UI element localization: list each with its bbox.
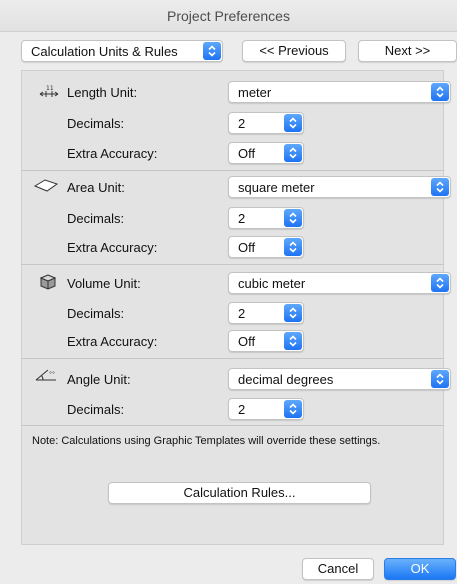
popup-arrows-icon — [284, 114, 302, 132]
volume-accuracy-popup[interactable]: Off — [228, 330, 304, 352]
area-decimals-popup[interactable]: 2 — [228, 207, 304, 229]
area-accuracy-value: Off — [238, 239, 256, 255]
area-accuracy-label: Extra Accuracy: — [67, 240, 158, 255]
angle-decimals-label: Decimals: — [67, 402, 125, 417]
area-icon — [33, 178, 59, 197]
cancel-button[interactable]: Cancel — [302, 558, 374, 580]
popup-arrows-icon — [284, 332, 302, 350]
svg-text:11: 11 — [46, 85, 54, 92]
window-title: Project Preferences — [0, 0, 457, 32]
area-unit-popup[interactable]: square meter — [228, 176, 451, 198]
next-button[interactable]: Next >> — [358, 40, 457, 62]
category-popup-label: Calculation Units & Rules — [31, 43, 178, 59]
area-decimals-value: 2 — [238, 210, 246, 226]
cube-icon — [39, 274, 57, 293]
volume-decimals-label: Decimals: — [67, 306, 125, 321]
length-unit-value: meter — [238, 84, 272, 100]
length-accuracy-value: Off — [238, 145, 256, 161]
length-accuracy-label: Extra Accuracy: — [67, 146, 158, 161]
popup-arrows-icon — [284, 144, 302, 162]
volume-decimals-popup[interactable]: 2 — [228, 302, 304, 324]
volume-decimals-value: 2 — [238, 305, 246, 321]
popup-arrows-icon — [431, 274, 449, 292]
volume-unit-label: Volume Unit: — [67, 276, 141, 291]
volume-accuracy-label: Extra Accuracy: — [67, 334, 158, 349]
angle-decimals-popup[interactable]: 2 — [228, 398, 304, 420]
section-divider — [21, 358, 444, 359]
area-unit-label: Area Unit: — [67, 180, 125, 195]
popup-arrows-icon — [284, 304, 302, 322]
length-accuracy-popup[interactable]: Off — [228, 142, 304, 164]
volume-accuracy-value: Off — [238, 333, 256, 349]
length-unit-popup[interactable]: meter — [228, 81, 451, 103]
popup-arrows-icon — [284, 400, 302, 418]
area-accuracy-popup[interactable]: Off — [228, 236, 304, 258]
previous-button[interactable]: << Previous — [242, 40, 346, 62]
ok-button[interactable]: OK — [384, 558, 456, 580]
section-divider — [21, 425, 444, 426]
popup-arrows-icon — [431, 370, 449, 388]
popup-arrows-icon — [284, 238, 302, 256]
length-decimals-popup[interactable]: 2 — [228, 112, 304, 134]
section-divider — [21, 170, 444, 171]
popup-arrows-icon — [203, 42, 221, 60]
calculation-rules-button[interactable]: Calculation Rules... — [108, 482, 371, 504]
svg-text:°°: °° — [49, 371, 55, 378]
area-decimals-label: Decimals: — [67, 211, 125, 226]
popup-arrows-icon — [284, 209, 302, 227]
angle-unit-value: decimal degrees — [238, 371, 334, 387]
category-popup[interactable]: Calculation Units & Rules — [21, 40, 223, 62]
length-unit-label: Length Unit: — [67, 85, 138, 100]
settings-note: Note: Calculations using Graphic Templat… — [32, 435, 381, 447]
popup-arrows-icon — [431, 178, 449, 196]
angle-unit-label: Angle Unit: — [67, 372, 131, 387]
angle-decimals-value: 2 — [238, 401, 246, 417]
area-unit-value: square meter — [238, 179, 315, 195]
popup-arrows-icon — [431, 83, 449, 101]
angle-unit-popup[interactable]: decimal degrees — [228, 368, 451, 390]
length-decimals-label: Decimals: — [67, 116, 125, 131]
length-decimals-value: 2 — [238, 115, 246, 131]
section-divider — [21, 264, 444, 265]
angle-icon: °° — [34, 367, 62, 386]
ruler-icon: 11 — [38, 84, 60, 101]
volume-unit-value: cubic meter — [238, 275, 306, 291]
volume-unit-popup[interactable]: cubic meter — [228, 272, 451, 294]
